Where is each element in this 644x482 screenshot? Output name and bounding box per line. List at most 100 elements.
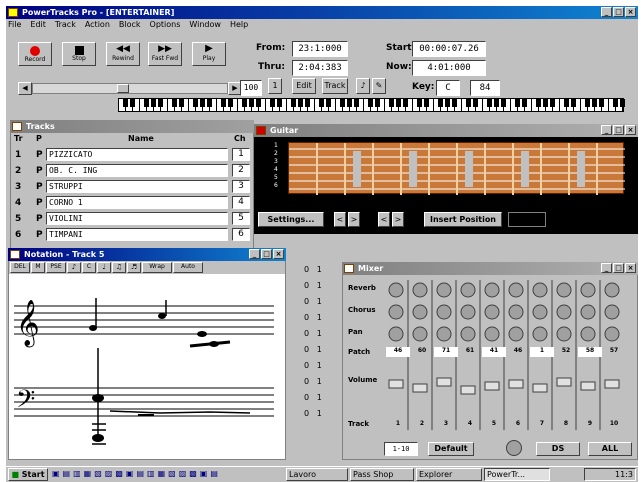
note-icon-button[interactable]: ♪	[356, 78, 370, 94]
number-button[interactable]: 1	[268, 78, 282, 94]
notation-tool-wrap[interactable]: Wrap	[142, 262, 172, 273]
guitar-minimize-button[interactable]: _	[601, 125, 612, 135]
track-name[interactable]: PIZZICATO	[46, 148, 228, 161]
track-name[interactable]: OB. C. ING	[46, 164, 228, 177]
tempo-field[interactable]: 84	[470, 80, 500, 96]
menu-file[interactable]: File	[8, 20, 21, 32]
table-row[interactable]: 3 P STRUPPI 3	[12, 180, 252, 195]
mixer-maximize-button[interactable]: □	[613, 263, 624, 273]
taskbar-item[interactable]: Lavoro	[286, 468, 348, 481]
zoom-field[interactable]: 100	[240, 80, 262, 96]
menu-window[interactable]: Window	[189, 20, 221, 32]
maximize-button[interactable]: □	[613, 7, 624, 17]
notation-tool-note[interactable]: ♪	[67, 262, 81, 273]
mixer-all-button[interactable]: ALL	[588, 442, 632, 456]
track-channel[interactable]: 1	[232, 148, 250, 161]
guitar-next-button[interactable]: >	[348, 212, 360, 227]
notation-close-button[interactable]: ×	[273, 249, 284, 259]
patch-value[interactable]: 52	[554, 347, 578, 357]
guitar-next2-button[interactable]: >	[392, 212, 404, 227]
track-channel[interactable]: 5	[232, 212, 250, 225]
pen-icon-button[interactable]: ✎	[372, 78, 386, 94]
thru-field[interactable]: 2:04:383	[292, 60, 348, 76]
table-row[interactable]: 2 P OB. C. ING 2	[12, 164, 252, 179]
notation-tool-del[interactable]: DEL	[10, 262, 30, 273]
guitar-prev2-button[interactable]: <	[378, 212, 390, 227]
fretboard[interactable]	[288, 142, 625, 195]
start-field[interactable]: 00:00:07.26	[412, 41, 486, 57]
rewind-button[interactable]: ◀◀ Rewind	[106, 42, 140, 66]
mixer-close-button[interactable]: ×	[625, 263, 636, 273]
patch-value[interactable]: 46	[506, 347, 530, 357]
menu-action[interactable]: Action	[85, 20, 110, 32]
table-row[interactable]: 5 P VIOLINI 5	[12, 212, 252, 227]
position-slider-thumb[interactable]	[117, 84, 129, 93]
patch-value[interactable]: 57	[602, 347, 626, 357]
track-name[interactable]: CORNO 1	[46, 196, 228, 209]
taskbar-item-active[interactable]: PowerTr...	[484, 468, 550, 481]
record-button[interactable]: Record	[18, 42, 52, 66]
notation-tool-c[interactable]: C	[82, 262, 96, 273]
mixer-minimize-button[interactable]: _	[601, 263, 612, 273]
patch-value[interactable]: 60	[410, 347, 434, 357]
taskbar-item[interactable]: Explorer	[416, 468, 482, 481]
track-channel[interactable]: 4	[232, 196, 250, 209]
track-name[interactable]: STRUPPI	[46, 180, 228, 193]
table-row[interactable]: 1 P PIZZICATO 1	[12, 148, 252, 163]
mixer-preset-select[interactable]: 1-10	[384, 442, 418, 456]
notation-minimize-button[interactable]: _	[249, 249, 260, 259]
patch-value[interactable]: 61	[458, 347, 482, 357]
patch-value[interactable]: 46	[386, 347, 410, 357]
track-name[interactable]: VIOLINI	[46, 212, 228, 225]
start-button[interactable]: ■ Start	[8, 468, 48, 481]
track-name[interactable]: TIMPANI	[46, 228, 228, 241]
track-channel[interactable]: 2	[232, 164, 250, 177]
patch-value[interactable]: 1	[530, 347, 554, 357]
list-item: 0 1	[304, 361, 322, 370]
close-button[interactable]: ×	[625, 7, 636, 17]
notation-tool-auto[interactable]: Auto	[173, 262, 203, 273]
stop-button[interactable]: Stop	[62, 42, 96, 66]
edit-button[interactable]: Edit	[292, 78, 316, 94]
notation-staff[interactable]: 𝄞 𝄢	[10, 276, 274, 458]
table-row[interactable]: 4 P CORNO 1 4	[12, 196, 252, 211]
mixer-default-button[interactable]: Default	[428, 442, 474, 456]
patch-value[interactable]: 41	[482, 347, 506, 357]
fast-forward-button[interactable]: ▶▶ Fast Fwd	[148, 42, 182, 66]
menu-help[interactable]: Help	[230, 20, 248, 32]
insert-position-button[interactable]: Insert Position	[424, 212, 502, 227]
guitar-close-button[interactable]: ×	[625, 125, 636, 135]
piano-keyboard[interactable]	[118, 98, 625, 112]
minimize-button[interactable]: _	[601, 7, 612, 17]
now-field[interactable]: 4:01:000	[412, 60, 486, 76]
menu-options[interactable]: Options	[150, 20, 181, 32]
from-field[interactable]: 23:1:000	[292, 41, 348, 57]
table-row[interactable]: 6 P TIMPANI 6	[12, 228, 252, 243]
play-button[interactable]: ▶ Play	[192, 42, 226, 66]
patch-value[interactable]: 58	[578, 347, 602, 357]
scroll-left-button[interactable]: ◀	[18, 82, 32, 95]
menu-edit[interactable]: Edit	[30, 20, 46, 32]
notation-tool-z[interactable]: ♬	[127, 262, 141, 273]
string-number: 4	[274, 166, 278, 173]
position-slider-track[interactable]	[32, 83, 228, 94]
master-knob[interactable]	[506, 440, 522, 456]
menu-track[interactable]: Track	[55, 20, 76, 32]
notation-tool-x[interactable]: ♩	[97, 262, 111, 273]
mixer-ds-button[interactable]: DS	[536, 442, 580, 456]
key-field[interactable]: C	[436, 80, 460, 96]
track-button[interactable]: Track	[322, 78, 348, 94]
notation-tool-m[interactable]: M	[31, 262, 45, 273]
guitar-maximize-button[interactable]: □	[613, 125, 624, 135]
notation-tool-pse[interactable]: PSE	[46, 262, 66, 273]
track-channel[interactable]: 6	[232, 228, 250, 241]
taskbar-item[interactable]: Pass Shop	[350, 468, 414, 481]
notation-tool-y[interactable]: ♫	[112, 262, 126, 273]
insert-position-field[interactable]	[508, 212, 546, 227]
patch-value[interactable]: 71	[434, 347, 458, 357]
guitar-settings-button[interactable]: Settings...	[258, 212, 324, 227]
menu-block[interactable]: Block	[119, 20, 141, 32]
notation-maximize-button[interactable]: □	[261, 249, 272, 259]
guitar-prev-button[interactable]: <	[334, 212, 346, 227]
track-channel[interactable]: 3	[232, 180, 250, 193]
